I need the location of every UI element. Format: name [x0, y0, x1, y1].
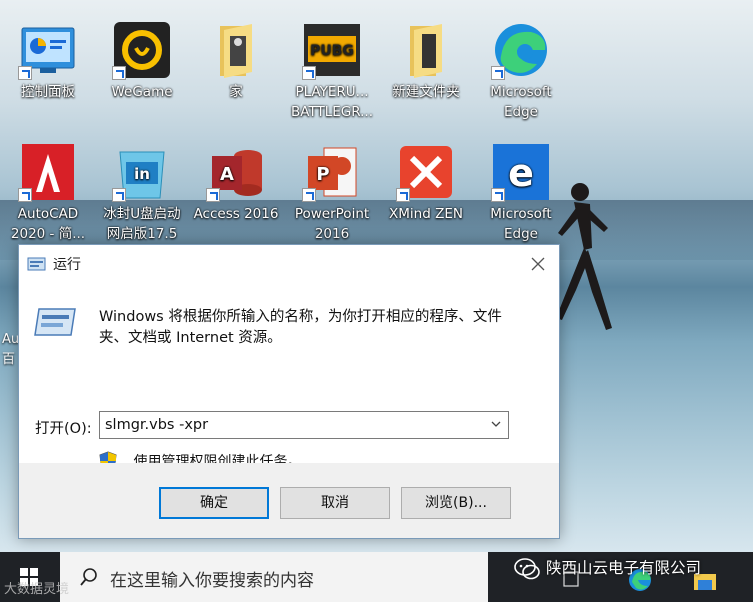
- xmind-icon: [396, 142, 456, 202]
- shortcut-arrow-icon: [206, 188, 220, 202]
- icon-label: Microsoft Edge: [490, 84, 552, 120]
- desktop-icon-pubg[interactable]: PUBG PLAYERU... BATTLEGR...: [286, 20, 378, 122]
- svg-text:PUBG: PUBG: [310, 43, 354, 59]
- folder-icon: [206, 20, 266, 80]
- shortcut-arrow-icon: [302, 188, 316, 202]
- dialog-title: 运行: [53, 257, 81, 273]
- corner-watermark: 大数据灵境: [4, 578, 69, 597]
- chevron-down-icon[interactable]: [490, 418, 502, 430]
- desktop-icon-autocad[interactable]: AutoCAD 2020 - 简...: [2, 142, 94, 244]
- dialog-content: Windows 将根据你所输入的名称，为你打开相应的程序、文件夹、文档或 Int…: [19, 283, 559, 471]
- run-program-icon: [34, 308, 76, 336]
- shortcut-arrow-icon: [491, 66, 505, 80]
- usb-boot-icon: in: [112, 142, 172, 202]
- icon-label: 控制面板: [21, 84, 75, 100]
- desktop-icon-control-panel[interactable]: 控制面板: [2, 20, 94, 102]
- run-dialog: 运行 Windows 将根据你所输入的名称，为你打开相应的程序、文件夹、文档或 …: [18, 244, 560, 539]
- folder-icon: [396, 20, 456, 80]
- close-icon: [531, 257, 545, 271]
- command-input[interactable]: [100, 412, 490, 438]
- shortcut-arrow-icon: [18, 66, 32, 80]
- svg-text:in: in: [134, 165, 150, 183]
- dialog-footer: 确定 取消 浏览(B)...: [19, 463, 559, 538]
- wechat-icon: [514, 557, 540, 579]
- desktop-icon-edge-legacy[interactable]: e Microsoft Edge: [475, 142, 567, 244]
- pubg-icon: PUBG: [302, 20, 362, 80]
- watermark-text: 陕西山云电子有限公司: [546, 559, 702, 577]
- icon-label: 冰封U盘启动 网启版17.5: [103, 206, 181, 242]
- autocad-icon: [18, 142, 78, 202]
- search-icon: [80, 568, 97, 586]
- shortcut-arrow-icon: [112, 188, 126, 202]
- svg-text:e: e: [508, 151, 534, 195]
- icon-label: 家: [229, 84, 243, 100]
- run-icon: [27, 257, 46, 271]
- access-icon: A: [206, 142, 266, 202]
- icon-label: PowerPoint 2016: [294, 206, 370, 242]
- open-label: 打开(O):: [35, 421, 92, 437]
- watermark: 陕西山云电子有限公司: [514, 556, 701, 580]
- wegame-icon: [112, 20, 172, 80]
- icon-label: PLAYERU... BATTLEGR...: [291, 84, 373, 120]
- svg-text:P: P: [316, 164, 329, 185]
- search-placeholder: 在这里输入你要搜索的内容: [110, 571, 314, 591]
- edge-icon: [491, 20, 551, 80]
- cancel-button[interactable]: 取消: [280, 487, 390, 519]
- dialog-titlebar[interactable]: 运行: [19, 245, 559, 283]
- shortcut-arrow-icon: [302, 66, 316, 80]
- shortcut-arrow-icon: [396, 188, 410, 202]
- desktop-icon-xmind[interactable]: XMind ZEN: [380, 142, 472, 224]
- shortcut-arrow-icon: [18, 188, 32, 202]
- desktop-icon-edge[interactable]: Microsoft Edge: [475, 20, 567, 122]
- shortcut-arrow-icon: [112, 66, 126, 80]
- close-button[interactable]: [523, 249, 553, 279]
- icon-label: Microsoft Edge: [490, 206, 552, 242]
- edge-legacy-icon: e: [491, 142, 551, 202]
- dialog-description: Windows 将根据你所输入的名称，为你打开相应的程序、文件夹、文档或 Int…: [99, 309, 502, 346]
- ok-button[interactable]: 确定: [159, 487, 269, 519]
- corner-watermark-text: 大数据灵境: [4, 582, 70, 597]
- desktop-icon-wegame[interactable]: WeGame: [96, 20, 188, 102]
- taskbar-search-box[interactable]: 在这里输入你要搜索的内容: [60, 552, 488, 602]
- icon-label: XMind ZEN: [389, 206, 463, 222]
- control-panel-icon: [18, 20, 78, 80]
- icon-label: Access 2016: [193, 206, 279, 222]
- partial-icon-label: Au 百: [2, 332, 20, 367]
- powerpoint-icon: P: [302, 142, 362, 202]
- desktop-icon-powerpoint[interactable]: P PowerPoint 2016: [286, 142, 378, 244]
- shortcut-arrow-icon: [491, 188, 505, 202]
- open-combobox[interactable]: [99, 411, 509, 439]
- desktop-icon-access[interactable]: A Access 2016: [190, 142, 282, 224]
- svg-text:A: A: [220, 164, 234, 185]
- icon-label: WeGame: [111, 84, 173, 100]
- desktop-icon-new-folder[interactable]: 新建文件夹: [380, 20, 472, 102]
- desktop-icon-usb-tool[interactable]: in 冰封U盘启动 网启版17.5: [96, 142, 188, 244]
- desktop-icon-home-folder[interactable]: 家: [190, 20, 282, 102]
- icon-label: AutoCAD 2020 - 简...: [10, 206, 86, 242]
- icon-label: 新建文件夹: [392, 84, 460, 100]
- browse-button[interactable]: 浏览(B)...: [401, 487, 511, 519]
